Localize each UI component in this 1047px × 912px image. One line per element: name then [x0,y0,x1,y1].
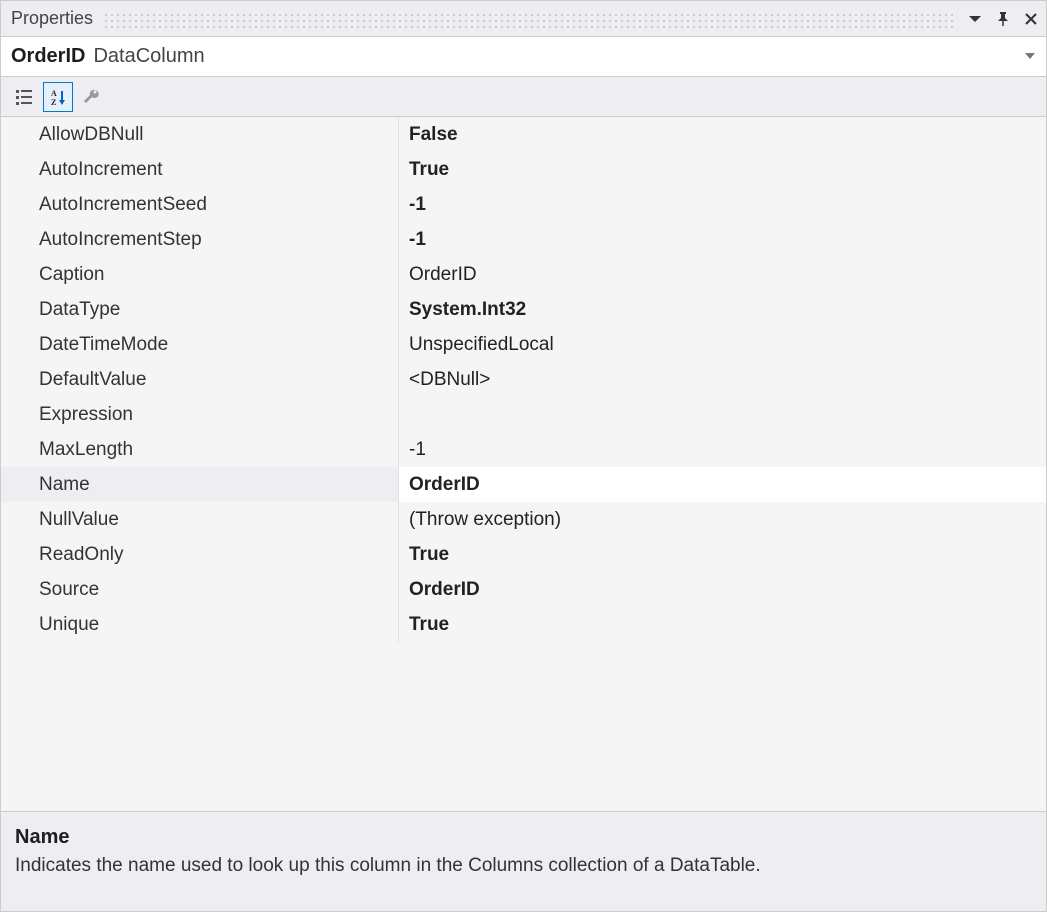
row-gutter [1,467,29,502]
property-row[interactable]: DateTimeModeUnspecifiedLocal [1,327,1046,362]
property-value[interactable]: -1 [399,187,1046,222]
svg-text:Z: Z [51,98,56,107]
property-row[interactable]: CaptionOrderID [1,257,1046,292]
property-row[interactable]: AutoIncrementSeed-1 [1,187,1046,222]
property-label: MaxLength [29,432,399,467]
row-gutter [1,327,29,362]
property-label: NullValue [29,502,399,537]
object-selector[interactable]: OrderID DataColumn [1,37,1046,77]
row-gutter [1,432,29,467]
property-value[interactable]: -1 [399,222,1046,257]
categorized-icon [14,87,34,107]
property-value[interactable]: True [399,152,1046,187]
wrench-icon [82,87,102,107]
alphabetical-icon: A Z [48,87,68,107]
object-type: DataColumn [93,45,204,68]
property-grid: AllowDBNullFalseAutoIncrementTrueAutoInc… [1,117,1046,811]
property-value[interactable]: <DBNull> [399,362,1046,397]
row-gutter [1,502,29,537]
property-row[interactable]: Expression [1,397,1046,432]
row-gutter [1,222,29,257]
row-gutter [1,292,29,327]
row-gutter [1,537,29,572]
row-gutter [1,152,29,187]
property-row[interactable]: DataTypeSystem.Int32 [1,292,1046,327]
property-row[interactable]: AutoIncrementTrue [1,152,1046,187]
property-value[interactable]: -1 [399,432,1046,467]
chevron-down-icon [1024,50,1036,62]
panel-title: Properties [11,8,93,29]
property-row[interactable]: DefaultValue<DBNull> [1,362,1046,397]
svg-text:A: A [51,89,57,98]
row-gutter [1,117,29,152]
object-name: OrderID [11,45,85,68]
property-row[interactable]: SourceOrderID [1,572,1046,607]
property-label: AutoIncrementStep [29,222,399,257]
property-label: ReadOnly [29,537,399,572]
panel-grip[interactable] [103,10,956,28]
row-gutter [1,362,29,397]
property-label: Source [29,572,399,607]
property-label: DataType [29,292,399,327]
close-icon [1023,11,1039,27]
property-label: AutoIncrementSeed [29,187,399,222]
property-row[interactable]: AllowDBNullFalse [1,117,1046,152]
property-row[interactable]: NullValue(Throw exception) [1,502,1046,537]
property-row[interactable]: ReadOnlyTrue [1,537,1046,572]
pin-button[interactable] [994,10,1012,28]
description-pane: Name Indicates the name used to look up … [1,811,1046,911]
property-row[interactable]: UniqueTrue [1,607,1046,642]
property-label: DateTimeMode [29,327,399,362]
row-gutter [1,397,29,432]
property-label: Expression [29,397,399,432]
property-label: Name [29,467,399,502]
categorized-button[interactable] [9,82,39,112]
chevron-down-icon [967,11,983,27]
row-gutter [1,607,29,642]
property-value[interactable]: True [399,607,1046,642]
property-value[interactable]: System.Int32 [399,292,1046,327]
object-dropdown-button[interactable] [1024,46,1036,67]
alphabetical-button[interactable]: A Z [43,82,73,112]
property-row[interactable]: AutoIncrementStep-1 [1,222,1046,257]
panel-titlebar: Properties [1,1,1046,37]
property-label: Unique [29,607,399,642]
property-value[interactable]: False [399,117,1046,152]
property-label: Caption [29,257,399,292]
property-row[interactable]: NameOrderID [1,467,1046,502]
row-gutter [1,187,29,222]
properties-toolbar: A Z [1,77,1046,117]
property-value[interactable]: OrderID [399,572,1046,607]
close-button[interactable] [1022,10,1040,28]
property-label: AutoIncrement [29,152,399,187]
property-pages-button[interactable] [77,82,107,112]
property-label: DefaultValue [29,362,399,397]
pin-icon [995,11,1011,27]
row-gutter [1,572,29,607]
property-value[interactable] [399,397,1046,432]
description-title: Name [15,826,1032,849]
property-label: AllowDBNull [29,117,399,152]
property-row[interactable]: MaxLength-1 [1,432,1046,467]
property-value[interactable]: OrderID [399,257,1046,292]
row-gutter [1,257,29,292]
property-value[interactable]: (Throw exception) [399,502,1046,537]
property-value[interactable]: True [399,537,1046,572]
property-value[interactable]: UnspecifiedLocal [399,327,1046,362]
description-text: Indicates the name used to look up this … [15,855,1032,877]
window-options-button[interactable] [966,10,984,28]
property-value[interactable]: OrderID [399,467,1046,502]
